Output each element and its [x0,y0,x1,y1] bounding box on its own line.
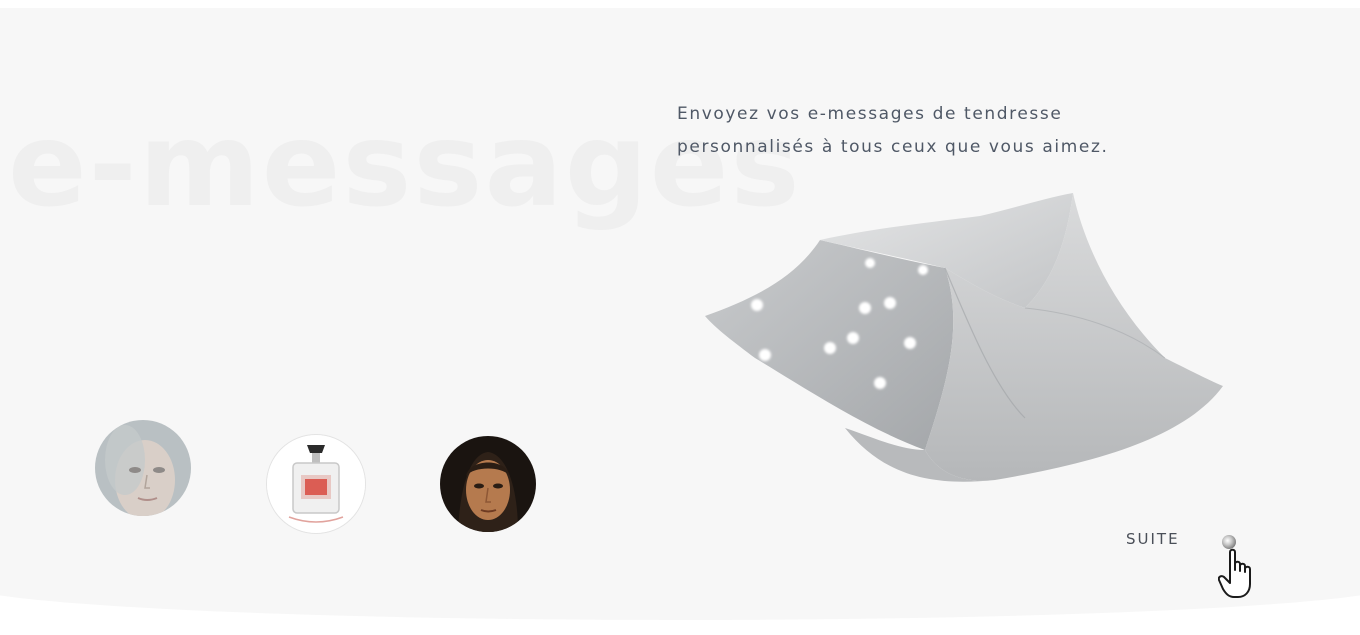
page-stage: e-messages Envoyez vos e-messages de ten… [0,0,1360,635]
suite-link[interactable]: SUITE [1126,530,1180,548]
tagline-line-2: personnalisés à tous ceux que vous aimez… [677,137,1109,157]
bullet-dot-icon[interactable] [1222,535,1236,549]
painted-portrait-avatar[interactable] [440,436,536,532]
tagline: Envoyez vos e-messages de tendresse pers… [677,98,1237,164]
tagline-line-1: Envoyez vos e-messages de tendresse [677,104,1063,124]
woman-face-avatar[interactable] [95,420,191,516]
hand-pointer-icon [1218,548,1251,598]
perfume-bottle-avatar[interactable] [266,434,366,534]
star-scarf-illustration [705,193,1223,482]
